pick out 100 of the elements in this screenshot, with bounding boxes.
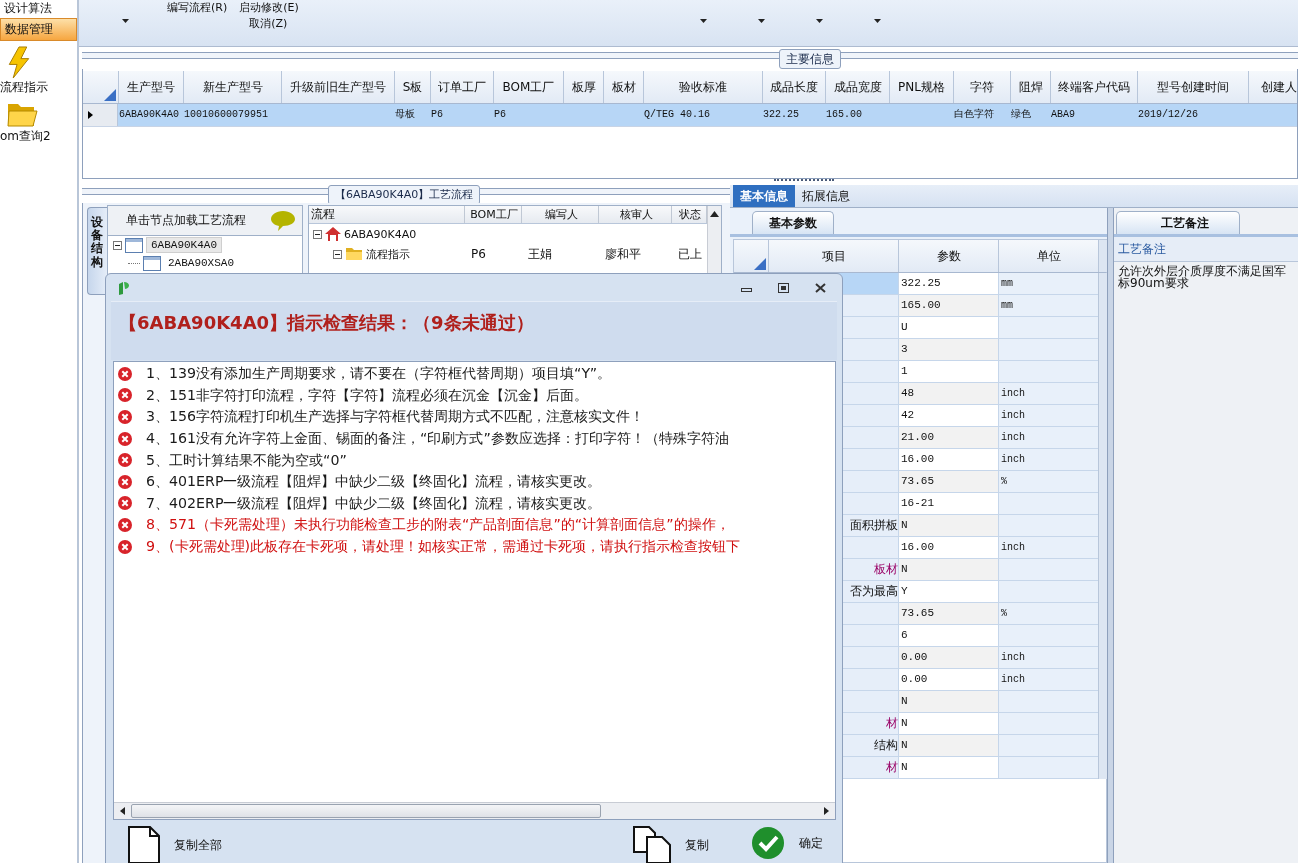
dialog-heading: 【6ABA90K4A0】指示检查结果：（9条未通过） bbox=[118, 311, 535, 335]
table-cell-text: 322.25 bbox=[762, 108, 800, 122]
dropdown-arrow-icon[interactable] bbox=[757, 19, 765, 23]
scroll-right-icon[interactable] bbox=[824, 807, 829, 815]
table-cell: 165.00 bbox=[898, 295, 998, 317]
table-cell: inch bbox=[998, 647, 1098, 669]
dropdown-arrow-icon[interactable] bbox=[815, 19, 823, 23]
table-cell: 0.00 bbox=[898, 647, 998, 669]
table-cell: 3 bbox=[898, 339, 998, 361]
column-header[interactable]: 型号创建时间 bbox=[1137, 71, 1248, 103]
table-cell: mm bbox=[998, 273, 1098, 295]
table-cell-text: 白色字符 bbox=[953, 107, 995, 122]
table-cell-text: ABA9 bbox=[1050, 108, 1076, 122]
error-icon bbox=[118, 431, 132, 446]
footer-button[interactable]: 复制 bbox=[633, 826, 709, 863]
column-header[interactable]: 板厚 bbox=[563, 71, 603, 103]
tab[interactable]: 拓展信息 bbox=[795, 185, 857, 207]
column-header[interactable]: 成品宽度 bbox=[825, 71, 889, 103]
tab[interactable]: 基本参数 bbox=[752, 211, 834, 234]
table-cell-text: Q/TEG 40.16 bbox=[643, 108, 711, 122]
column-header[interactable]: BOM工厂 bbox=[465, 206, 522, 223]
table-cell-text: P6 bbox=[493, 108, 507, 122]
table-cell-text: 10010600079951 bbox=[183, 108, 269, 122]
scrollbar-thumb[interactable] bbox=[131, 804, 601, 818]
dropdown-arrow-icon[interactable] bbox=[122, 19, 129, 23]
column-header[interactable]: S板 bbox=[394, 71, 430, 103]
group-title: 【6ABA90K4A0】工艺流程 bbox=[328, 185, 481, 205]
tab[interactable]: 基本信息 bbox=[733, 185, 795, 207]
column-header[interactable]: 板材 bbox=[603, 71, 643, 103]
table-cell: N bbox=[898, 735, 998, 757]
column-header[interactable]: 编写人 bbox=[522, 206, 599, 223]
document-icon bbox=[128, 826, 160, 863]
message-text: 1、139没有添加生产周期要求，请不要在（字符框代替周期）项目填“Y”。 bbox=[146, 364, 612, 384]
table-cell: 322.25 bbox=[898, 273, 998, 295]
table-cell: inch bbox=[998, 669, 1098, 691]
table-cell: N bbox=[898, 757, 998, 779]
sidebar-item[interactable]: 设计算法 bbox=[0, 0, 77, 17]
footer-button[interactable]: 复制全部 bbox=[128, 826, 222, 863]
splitter-handle[interactable] bbox=[1107, 208, 1114, 863]
table-row[interactable]: 6ABA90K4A0 10010600079951 母板 P6 P6 Q/TEG 40.16 322.25 165.00 白色字符 绿色 ABA9 2019/12/26 bbox=[83, 104, 1297, 127]
column-header[interactable]: 生产型号 bbox=[118, 71, 183, 103]
tree-node[interactable]: 6ABA90K4A0 bbox=[344, 227, 417, 241]
table-cell: N bbox=[898, 713, 998, 735]
toolbar-button[interactable]: 取消(Z) bbox=[249, 16, 299, 32]
sidebar-tool[interactable]: 流程指示 bbox=[0, 46, 77, 96]
column-header[interactable]: 字符 bbox=[953, 71, 1010, 103]
notes-text: 允许次外层介质厚度不满足国军标90um要求 bbox=[1117, 263, 1287, 292]
table-cell: inch bbox=[998, 405, 1098, 427]
table-cell: 42 bbox=[898, 405, 998, 427]
tree-node[interactable]: 6ABA90K4A0 bbox=[146, 237, 222, 253]
dropdown-arrow-icon[interactable] bbox=[699, 19, 707, 23]
column-header[interactable]: 阻焊 bbox=[1010, 71, 1050, 103]
copy-icon bbox=[633, 826, 671, 863]
table-cell: inch bbox=[998, 427, 1098, 449]
message-text: 2、151非字符打印流程，字符【字符】流程必须在沉金【沉金】后面。 bbox=[146, 385, 589, 405]
message-text: 4、161没有允许字符上金面、锡面的备注，“印刷方式”参数应选择：打印字符！（特殊字符油 bbox=[146, 429, 729, 449]
group-title: 主要信息 bbox=[779, 49, 841, 69]
toolbar-button[interactable]: 编写流程(R) bbox=[167, 0, 228, 16]
column-header[interactable]: 新生产型号 bbox=[183, 71, 281, 103]
tree-node[interactable]: 2ABA90XSA0 bbox=[164, 256, 238, 270]
footer-button[interactable]: 确定 bbox=[751, 826, 823, 860]
close-icon[interactable] bbox=[815, 282, 826, 293]
collapse-icon[interactable] bbox=[313, 229, 322, 239]
column-header[interactable]: 核审人 bbox=[599, 206, 672, 223]
lightning-icon bbox=[6, 46, 32, 79]
error-icon bbox=[118, 453, 132, 468]
column-header[interactable]: BOM工厂 bbox=[493, 71, 563, 103]
scroll-left-icon[interactable] bbox=[120, 807, 125, 815]
column-header[interactable]: 订单工厂 bbox=[430, 71, 493, 103]
error-icon bbox=[118, 539, 132, 554]
table-cell-text: 母板 bbox=[394, 108, 416, 122]
logo-icon bbox=[116, 279, 132, 296]
collapse-icon[interactable] bbox=[113, 240, 122, 250]
toolbar-button[interactable]: 启动修改(E) bbox=[239, 0, 299, 16]
column-header[interactable]: 验收标准 bbox=[643, 71, 762, 103]
column-header[interactable]: 流程 bbox=[309, 206, 465, 223]
sidebar-item[interactable]: 数据管理 bbox=[0, 18, 77, 41]
table-cell: 21.00 bbox=[898, 427, 998, 449]
tool-label: om查询2 bbox=[0, 128, 51, 145]
column-header[interactable]: 终端客户代码 bbox=[1050, 71, 1137, 103]
maximize-icon[interactable] bbox=[778, 282, 789, 293]
collapse-icon[interactable] bbox=[333, 249, 342, 259]
table-cell: Y bbox=[898, 581, 998, 603]
tree-node[interactable]: 流程指示 bbox=[366, 246, 410, 262]
column-header[interactable]: 参数 bbox=[898, 240, 998, 272]
column-header[interactable]: PNL规格 bbox=[889, 71, 953, 103]
dropdown-arrow-icon[interactable] bbox=[873, 19, 881, 23]
tab[interactable]: 工艺备注 bbox=[1116, 211, 1240, 234]
horizontal-scrollbar[interactable] bbox=[114, 802, 835, 819]
column-header[interactable]: 成品长度 bbox=[762, 71, 825, 103]
column-header[interactable]: 升级前旧生产型号 bbox=[281, 71, 394, 103]
side-tab[interactable]: 设备结构 bbox=[87, 207, 107, 295]
scroll-up-icon[interactable] bbox=[710, 211, 719, 217]
sidebar-tool[interactable]: om查询2 bbox=[0, 100, 77, 150]
column-header[interactable]: 项目 bbox=[768, 240, 898, 272]
table-cell-text: 绿色 bbox=[1010, 108, 1032, 122]
speech-bubble-icon bbox=[270, 209, 296, 232]
column-header[interactable]: 创建人 bbox=[1248, 71, 1297, 103]
table-cell-text: 已上 bbox=[677, 245, 703, 263]
table-cell: 1 bbox=[898, 361, 998, 383]
